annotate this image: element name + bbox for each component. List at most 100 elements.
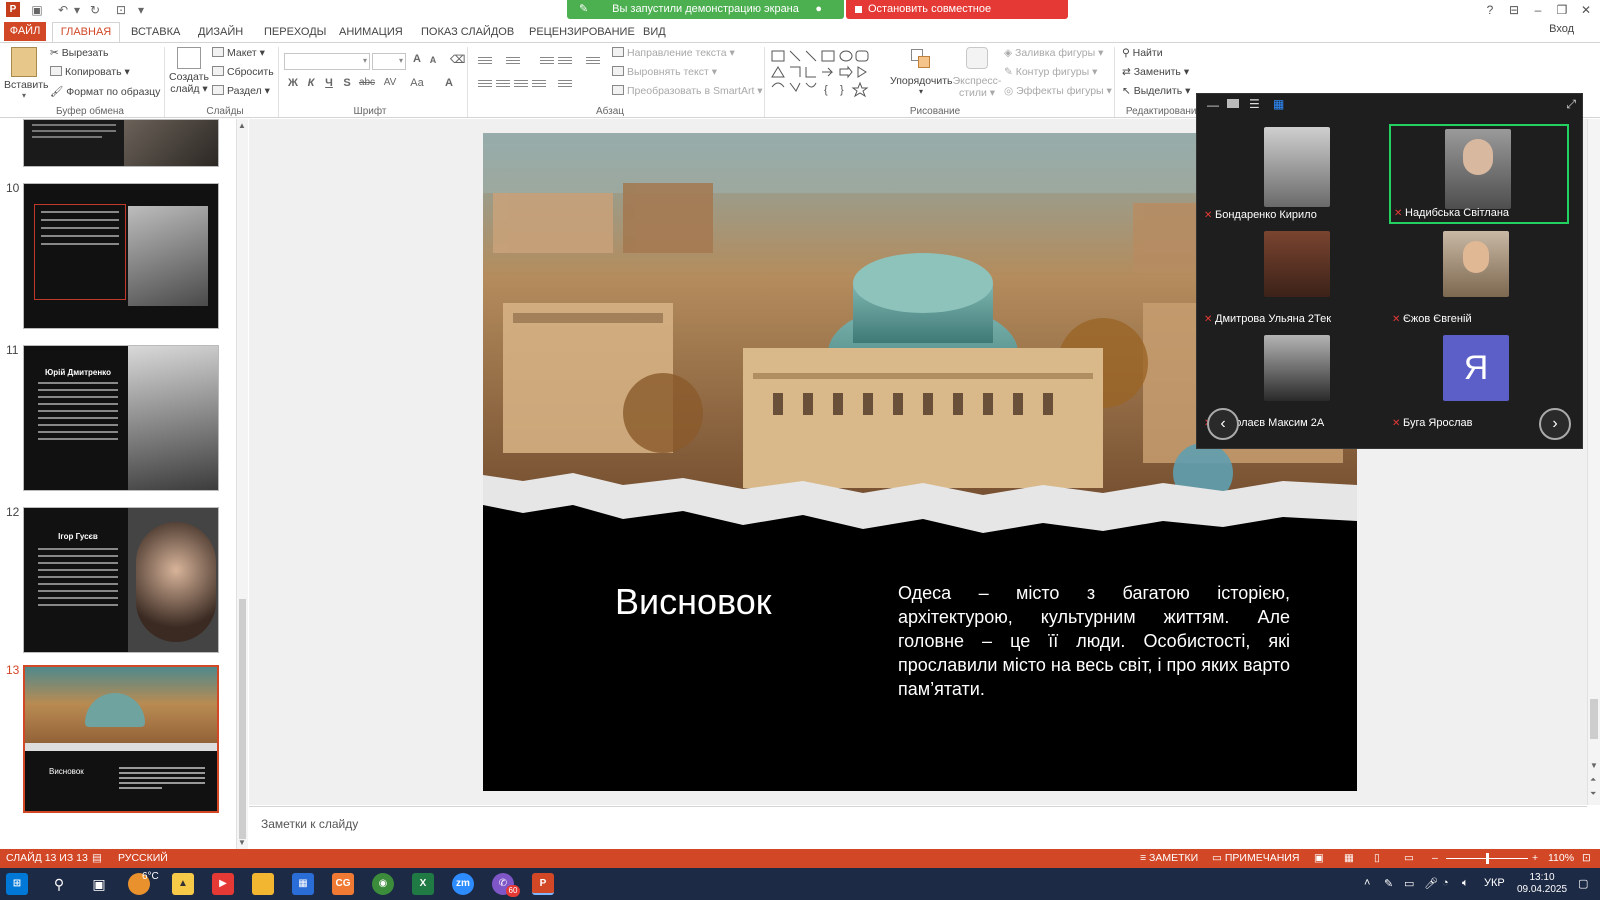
ribbon-display-icon[interactable]: ⊟ — [1506, 2, 1522, 18]
close-icon[interactable]: ✕ — [1578, 2, 1594, 18]
next-slide-icon[interactable]: ⏷ — [1590, 789, 1596, 799]
scroll-down-icon[interactable]: ▼ — [238, 838, 246, 847]
task-view-icon[interactable]: ▣ — [88, 873, 110, 895]
format-painter-button[interactable]: 🖌 Формат по образцу — [50, 85, 160, 98]
slide-thumbnail-13[interactable]: Висновок — [23, 665, 219, 813]
shape-fill-button[interactable]: ◈ Заливка фигуры ▾ — [1004, 47, 1103, 59]
tray-expand-icon[interactable]: ˄ — [1364, 877, 1370, 889]
grow-font-button[interactable]: A — [410, 53, 424, 65]
select-button[interactable]: ↖ Выделить ▾ — [1122, 85, 1190, 97]
tab-transitions[interactable]: ПЕРЕХОДЫ — [264, 23, 326, 42]
powerpoint-taskbar-icon[interactable]: P — [532, 873, 554, 895]
align-text-button[interactable]: Выровнять текст ▾ — [612, 66, 717, 78]
quick-styles-button[interactable]: Экспресс- стили ▾ — [952, 47, 1002, 99]
new-slide-button[interactable]: Создать слайд ▾ — [168, 47, 210, 95]
tab-insert[interactable]: ВСТАВКА — [131, 23, 180, 42]
undo-icon[interactable]: ↶ — [56, 3, 70, 17]
keyboard-language[interactable]: УКР — [1484, 877, 1505, 889]
app-icon[interactable]: CG — [332, 873, 354, 895]
slide-title[interactable]: Висновок — [615, 581, 772, 623]
microphone-icon[interactable]: 🎤︎ — [1424, 877, 1438, 890]
restore-icon[interactable]: ❐ — [1554, 2, 1570, 18]
line-spacing-icon[interactable] — [586, 57, 600, 68]
gallery-view-icon[interactable]: ▦ — [1273, 97, 1284, 111]
slide-body-text[interactable]: Одеса – місто з багатою історією, архіте… — [898, 581, 1290, 701]
minimize-icon[interactable]: — — [1207, 98, 1219, 112]
align-right-icon[interactable] — [514, 80, 528, 91]
zoom-out-icon[interactable]: – — [1432, 852, 1438, 864]
scrollbar-thumb[interactable] — [239, 599, 246, 839]
zoom-level[interactable]: 110% — [1548, 852, 1574, 864]
shapes-gallery[interactable]: {} — [770, 49, 876, 101]
zoom-slider-thumb[interactable] — [1486, 853, 1489, 864]
replace-button[interactable]: ⇄ Заменить ▾ — [1122, 66, 1189, 78]
tab-home[interactable]: ГЛАВНАЯ — [52, 22, 120, 43]
slide-sorter-icon[interactable]: ▦ — [1344, 852, 1354, 864]
tab-slideshow[interactable]: ПОКАЗ СЛАЙДОВ — [421, 23, 514, 42]
text-direction-button[interactable]: Направление текста ▾ — [612, 47, 735, 59]
app-icon[interactable]: ▲ — [172, 873, 194, 895]
expand-icon[interactable]: ⤢ — [1566, 97, 1576, 112]
increase-indent-icon[interactable] — [558, 57, 572, 68]
tab-design[interactable]: ДИЗАЙН — [198, 23, 243, 42]
clock[interactable]: 13:10 09.04.2025 — [1514, 872, 1570, 896]
justify-icon[interactable] — [532, 80, 546, 91]
chrome-icon[interactable]: ◉ — [372, 873, 394, 895]
bold-button[interactable]: Ж — [286, 77, 300, 89]
shrink-font-button[interactable]: A — [426, 55, 440, 65]
scroll-down-icon[interactable]: ▼ — [1590, 761, 1598, 770]
columns-icon[interactable] — [558, 80, 572, 91]
shape-effects-button[interactable]: ◎ Эффекты фигуры ▾ — [1004, 85, 1112, 97]
shadow-button[interactable]: S — [340, 77, 354, 89]
slide-thumbnail-9[interactable] — [23, 119, 219, 167]
stop-sharing-button[interactable]: Остановить совместное использование — [846, 0, 1068, 34]
customize-qat-icon[interactable]: ▾ — [134, 3, 148, 17]
zoom-slider[interactable] — [1446, 853, 1528, 864]
save-icon[interactable]: ▣ — [30, 3, 44, 17]
scroll-up-icon[interactable]: ▲ — [238, 121, 246, 130]
language-indicator[interactable]: РУССКИЙ — [118, 852, 168, 864]
next-page-icon[interactable]: › — [1539, 408, 1571, 440]
previous-page-icon[interactable]: ‹ — [1207, 408, 1239, 440]
scrollbar-thumb[interactable] — [1590, 699, 1598, 739]
gallery-strip-icon[interactable]: ☰ — [1249, 97, 1260, 111]
align-center-icon[interactable] — [496, 80, 510, 91]
change-case-button[interactable]: Aa — [406, 77, 428, 89]
copy-button[interactable]: Копировать ▾ — [50, 66, 130, 78]
slide-pane-scrollbar[interactable]: ▲ ▼ — [236, 119, 248, 849]
italic-button[interactable]: К — [304, 77, 318, 89]
slide-thumbnail-11[interactable]: Юрій Дмитренко — [23, 345, 219, 491]
tab-animations[interactable]: АНИМАЦИЯ — [339, 23, 403, 42]
excel-icon[interactable]: X — [412, 873, 434, 895]
comments-toggle[interactable]: ▭ ПРИМЕЧАНИЯ — [1212, 852, 1299, 864]
layout-button[interactable]: Макет ▾ — [212, 47, 265, 59]
slide-thumbnail-10[interactable] — [23, 183, 219, 329]
section-button[interactable]: Раздел ▾ — [212, 85, 270, 97]
clear-formatting-icon[interactable]: ⌫ — [450, 53, 466, 66]
notes-toggle[interactable]: ≡ ЗАМЕТКИ — [1140, 852, 1198, 864]
store-icon[interactable]: ▦ — [292, 873, 314, 895]
participant-tile[interactable]: ✕ Бондаренко Кирило — [1201, 124, 1381, 224]
font-color-button[interactable]: A — [442, 77, 456, 89]
reading-view-icon[interactable]: ▯ — [1374, 852, 1380, 864]
zoom-in-icon[interactable]: + — [1532, 852, 1538, 864]
zoom-app-icon[interactable]: zm — [452, 873, 474, 895]
tab-view[interactable]: ВИД — [643, 23, 666, 42]
speaker-view-icon[interactable] — [1227, 99, 1239, 108]
sign-in-link[interactable]: Вход — [1549, 23, 1574, 35]
previous-slide-icon[interactable]: ⏶ — [1590, 775, 1596, 785]
notifications-icon[interactable]: ▢ — [1578, 877, 1588, 890]
paste-button[interactable]: Вставить ▾ — [4, 47, 49, 100]
underline-button[interactable]: Ч — [322, 77, 336, 89]
participant-tile-active[interactable]: ✕ Надибська Світлана — [1389, 124, 1569, 224]
pen-icon[interactable]: ✎ — [1384, 877, 1393, 890]
strikethrough-button[interactable]: abc — [357, 77, 377, 88]
minimize-icon[interactable]: – — [1530, 2, 1546, 18]
character-spacing-button[interactable]: AV — [380, 77, 400, 88]
display-icon[interactable]: ▭ — [1404, 877, 1414, 890]
network-icon[interactable]: ◔ — [1442, 877, 1449, 889]
search-icon[interactable]: ⚲ — [48, 873, 70, 895]
align-left-icon[interactable] — [478, 80, 492, 91]
decrease-indent-icon[interactable] — [540, 57, 554, 68]
normal-view-icon[interactable]: ▣ — [1314, 852, 1324, 864]
